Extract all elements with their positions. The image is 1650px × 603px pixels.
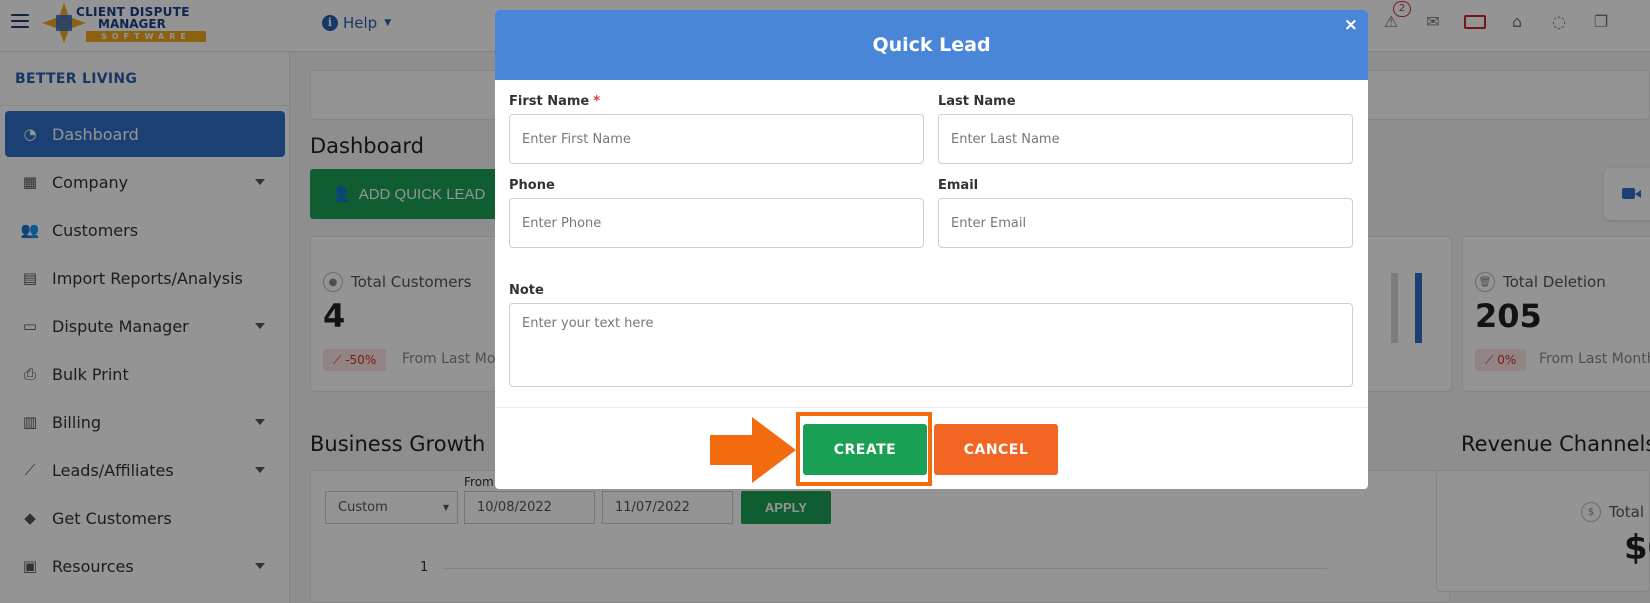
required-marker: * (593, 94, 601, 109)
modal-title: Quick Lead (872, 34, 991, 56)
phone-label: Phone (509, 178, 555, 193)
modal-header: Quick Lead × (495, 10, 1368, 80)
note-label: Note (509, 283, 544, 298)
email-field[interactable] (938, 198, 1353, 248)
phone-field[interactable] (509, 198, 924, 248)
divider (495, 407, 1368, 408)
last-name-label: Last Name (938, 94, 1016, 109)
cancel-button[interactable]: CANCEL (934, 424, 1058, 475)
email-label: Email (938, 178, 979, 193)
last-name-field[interactable] (938, 114, 1353, 164)
close-icon[interactable]: × (1344, 15, 1358, 35)
first-name-field[interactable] (509, 114, 924, 164)
note-textarea[interactable] (509, 303, 1353, 387)
create-highlight-box (796, 412, 932, 486)
pointer-arrow-icon (710, 417, 796, 483)
first-name-label-text: First Name (509, 94, 590, 109)
first-name-label: First Name * (509, 94, 600, 109)
